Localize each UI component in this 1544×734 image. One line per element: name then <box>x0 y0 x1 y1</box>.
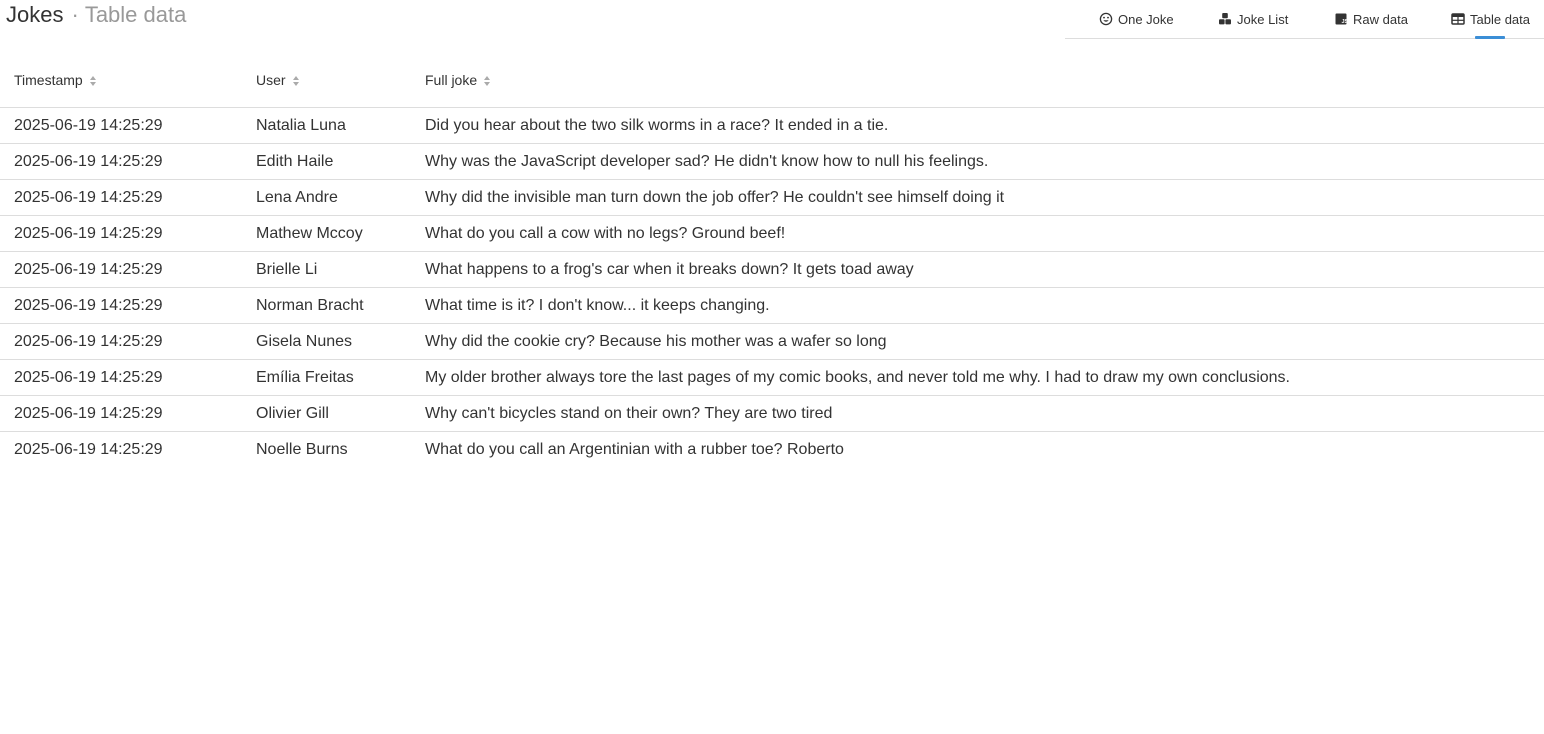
cell-user: Mathew Mccoy <box>242 215 411 252</box>
cell-joke: What time is it? I don't know... it keep… <box>411 287 1544 324</box>
active-tab-indicator <box>1475 36 1505 39</box>
cell-timestamp: 2025-06-19 14:25:29 <box>0 215 242 252</box>
table-row: 2025-06-19 14:25:29 Olivier Gill Why can… <box>0 395 1544 432</box>
cell-timestamp: 2025-06-19 14:25:29 <box>0 323 242 360</box>
table-row: 2025-06-19 14:25:29 Gisela Nunes Why did… <box>0 323 1544 360</box>
cell-joke: Why was the JavaScript developer sad? He… <box>411 143 1544 180</box>
tab-table-data[interactable]: Table data <box>1451 0 1530 38</box>
cell-user: Gisela Nunes <box>242 323 411 360</box>
table-row: 2025-06-19 14:25:29 Natalia Luna Did you… <box>0 107 1544 144</box>
cell-timestamp: 2025-06-19 14:25:29 <box>14 440 163 458</box>
table-row: 2025-06-19 14:25:29 Mathew Mccoy What do… <box>0 215 1544 252</box>
sort-icon <box>89 74 97 86</box>
column-header-label: Full joke <box>425 71 478 88</box>
cell-user: Edith Haile <box>242 143 411 180</box>
smiley-face-icon <box>1099 12 1113 26</box>
cell-timestamp: 2025-06-19 14:25:29 <box>0 287 242 324</box>
cubes-icon <box>1218 12 1232 26</box>
page: Jokes · Table data One Joke Joke List JS… <box>0 0 1544 734</box>
column-header-user[interactable]: User <box>242 52 411 108</box>
table-row: 2025-06-19 14:25:29 Edith Haile Why was … <box>0 143 1544 180</box>
header: Jokes · Table data One Joke Joke List JS… <box>0 0 1544 40</box>
table-row: 2025-06-19 14:25:29 Brielle Li What happ… <box>0 251 1544 288</box>
app-title: Jokes <box>6 2 64 27</box>
cell-user: Lena Andre <box>242 179 411 216</box>
table-header-row: Timestamp User Full joke <box>0 52 1544 108</box>
tab-label: One Joke <box>1118 11 1174 27</box>
sort-icon <box>292 74 300 86</box>
cell-joke: Why did the invisible man turn down the … <box>411 179 1544 216</box>
table-row: 2025-06-19 14:25:29 Lena Andre Why did t… <box>0 179 1544 216</box>
tab-label: Raw data <box>1353 11 1408 27</box>
cell-joke: What do you call a cow with no legs? Gro… <box>411 215 1544 252</box>
sort-icon <box>483 74 491 86</box>
tab-label: Table data <box>1470 11 1530 27</box>
cell-user: Brielle Li <box>242 251 411 288</box>
cell-timestamp: 2025-06-19 14:25:29 <box>0 251 242 288</box>
cell-user: Olivier Gill <box>242 395 411 432</box>
svg-text:JS: JS <box>1342 19 1349 25</box>
cell-user: Noelle Burns <box>256 440 348 458</box>
table-icon <box>1451 12 1465 26</box>
cell-timestamp: 2025-06-19 14:25:29 <box>0 179 242 216</box>
cell-joke: Why did the cookie cry? Because his moth… <box>411 323 1544 360</box>
cell-user: Norman Bracht <box>242 287 411 324</box>
page-title: Jokes · Table data <box>6 2 186 28</box>
title-separator: · <box>71 2 79 27</box>
column-header-label: User <box>256 71 286 88</box>
table-row: 2025-06-19 14:25:29 Norman Bracht What t… <box>0 287 1544 324</box>
js-file-icon: JS <box>1334 12 1348 26</box>
view-title: Table data <box>84 2 187 27</box>
column-header-full-joke[interactable]: Full joke <box>411 52 1544 108</box>
column-header-timestamp[interactable]: Timestamp <box>0 52 242 108</box>
cell-user: Natalia Luna <box>242 107 411 144</box>
cell-timestamp: 2025-06-19 14:25:29 <box>0 143 242 180</box>
cell-joke: What happens to a frog's car when it bre… <box>411 251 1544 288</box>
cell-timestamp: 2025-06-19 14:25:29 <box>0 359 242 396</box>
tab-raw-data[interactable]: JS Raw data <box>1334 0 1408 38</box>
column-header-label: Timestamp <box>14 71 83 88</box>
cell-user: Emília Freitas <box>242 359 411 396</box>
table-row: 2025-06-19 14:25:29 Emília Freitas My ol… <box>0 359 1544 396</box>
cell-timestamp: 2025-06-19 14:25:29 <box>0 107 242 144</box>
cell-joke: Did you hear about the two silk worms in… <box>411 107 1544 144</box>
cell-timestamp: 2025-06-19 14:25:29 <box>0 395 242 432</box>
cell-joke: What do you call an Argentinian with a r… <box>425 440 844 458</box>
cell-joke: My older brother always tore the last pa… <box>411 359 1544 396</box>
cell-joke: Why can't bicycles stand on their own? T… <box>411 395 1544 432</box>
jokes-table: Timestamp User Full joke 2025-06-19 14:2… <box>0 52 1544 467</box>
tab-one-joke[interactable]: One Joke <box>1099 0 1174 38</box>
view-tabs: One Joke Joke List JS Raw data Table dat… <box>1065 0 1544 39</box>
tab-label: Joke List <box>1237 11 1289 27</box>
table-row: 2025-06-19 14:25:29 Noelle Burns What do… <box>0 432 1544 468</box>
tab-joke-list[interactable]: Joke List <box>1218 0 1288 38</box>
